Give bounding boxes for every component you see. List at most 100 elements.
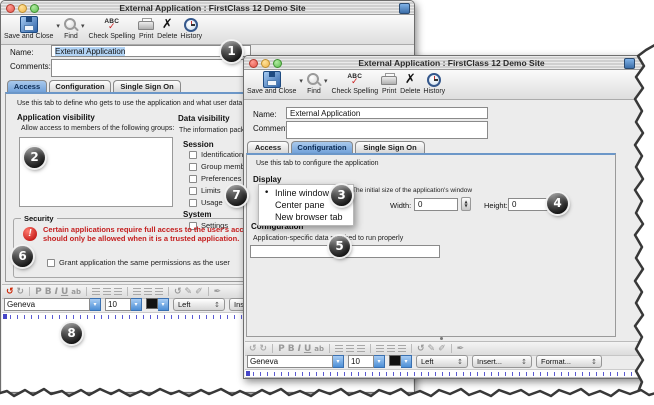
align-center-icon[interactable]	[387, 345, 395, 352]
undo-icon[interactable]: ↺	[249, 344, 257, 354]
indent-icon[interactable]	[103, 288, 111, 295]
color-swatch	[146, 298, 158, 309]
floppy-disk-icon	[263, 71, 281, 88]
highlight-pencil-icon[interactable]: ✐	[438, 344, 446, 354]
signature-pen-icon[interactable]: ✒	[214, 287, 222, 297]
minimize-window-icon[interactable]	[18, 4, 27, 13]
close-window-icon[interactable]	[6, 4, 15, 13]
bold-button[interactable]: B	[45, 287, 52, 297]
undo-icon[interactable]: ↺	[6, 287, 14, 297]
font-family-combo[interactable]: Geneva▾	[247, 355, 344, 368]
checkbox-icon	[189, 151, 197, 159]
save-and-close-button[interactable]: Save and Close	[4, 16, 53, 40]
plain-style-button[interactable]: P	[278, 344, 285, 354]
insert-popup[interactable]: Insert...↕	[472, 355, 532, 368]
outdent-icon[interactable]	[357, 345, 365, 352]
delete-button[interactable]: ✗ Delete	[400, 71, 420, 95]
comments-input[interactable]	[51, 59, 251, 77]
data-visibility-caption: The information packag	[179, 127, 252, 134]
back-toolbar: Save and Close ▾ Find ▾ ABC✓ Check Spell…	[1, 15, 414, 45]
application-visibility-heading: Application visibility	[17, 113, 95, 122]
find-dropdown-caret-icon[interactable]: ▾	[81, 22, 85, 30]
comments-input[interactable]	[286, 121, 488, 139]
callout-8: 8	[61, 323, 82, 344]
bold-button[interactable]: B	[288, 344, 295, 354]
checkbox-group-memberships[interactable]: Group membe	[189, 162, 249, 171]
font-family-combo[interactable]: Geneva▾	[4, 298, 101, 311]
combo-arrow-icon[interactable]: ▾	[90, 298, 101, 311]
plain-style-button[interactable]: P	[35, 287, 42, 297]
history-button[interactable]: History	[423, 71, 445, 95]
ruler-left-marker[interactable]	[3, 314, 7, 319]
highlight-pencil-icon[interactable]: ✐	[195, 287, 203, 297]
width-stepper[interactable]: ▲▼	[461, 197, 471, 211]
combo-arrow-icon[interactable]: ▾	[401, 355, 412, 368]
groups-list-box[interactable]	[19, 137, 173, 207]
pencil-icon[interactable]: ✎	[185, 287, 193, 297]
save-dropdown-caret-icon[interactable]: ▾	[56, 22, 60, 30]
rotate-icon[interactable]: ↺	[174, 287, 182, 297]
name-input[interactable]: External Application	[286, 107, 488, 119]
font-size-combo[interactable]: 10▾	[105, 298, 142, 311]
menu-item-new-browser-tab[interactable]: New browser tab	[259, 211, 353, 223]
align-right-icon[interactable]	[155, 288, 163, 295]
underline-button[interactable]: U	[61, 287, 68, 297]
align-popup[interactable]: Left↕	[416, 355, 468, 368]
align-popup[interactable]: Left↕	[173, 298, 225, 311]
align-center-icon[interactable]	[144, 288, 152, 295]
align-right-icon[interactable]	[398, 345, 406, 352]
width-input[interactable]: 0	[414, 198, 458, 211]
find-dropdown-caret-icon[interactable]: ▾	[324, 77, 328, 85]
print-button[interactable]: Print	[138, 16, 154, 40]
ruler-left-marker[interactable]	[246, 371, 250, 376]
delete-button[interactable]: ✗ Delete	[157, 16, 177, 40]
print-button[interactable]: Print	[381, 71, 397, 95]
popup-arrows-icon: ↕	[591, 358, 597, 366]
list-style-icon[interactable]	[92, 288, 100, 295]
find-button[interactable]: Find	[64, 16, 78, 40]
ruler[interactable]	[245, 369, 648, 378]
save-and-close-button[interactable]: Save and Close	[247, 71, 296, 95]
redo-icon[interactable]: ↻	[17, 287, 25, 297]
combo-arrow-icon[interactable]: ▾	[374, 355, 385, 368]
outdent-icon[interactable]	[114, 288, 122, 295]
italic-button[interactable]: I	[55, 287, 58, 297]
redo-icon[interactable]: ↻	[260, 344, 268, 354]
check-spelling-button[interactable]: ABC✓ Check Spelling	[88, 16, 135, 40]
close-window-icon[interactable]	[249, 59, 258, 68]
font-color-combo[interactable]: ▾	[146, 298, 169, 311]
align-left-icon[interactable]	[376, 345, 384, 352]
indent-icon[interactable]	[346, 345, 354, 352]
minimize-window-icon[interactable]	[261, 59, 270, 68]
combo-arrow-icon[interactable]: ▾	[158, 298, 169, 311]
grant-permissions-checkbox[interactable]: Grant application the same permissions a…	[47, 258, 230, 267]
save-dropdown-caret-icon[interactable]: ▾	[299, 77, 303, 85]
list-style-icon[interactable]	[335, 345, 343, 352]
history-button[interactable]: History	[180, 16, 202, 40]
checkbox-preferences[interactable]: Preferences	[189, 174, 241, 183]
back-titlebar[interactable]: External Application : FirstClass 12 Dem…	[1, 1, 414, 15]
panel-resize-dot[interactable]	[440, 337, 443, 340]
selected-text: External Application	[55, 47, 125, 56]
italic-button[interactable]: I	[298, 344, 301, 354]
text-size-button[interactable]: ab	[71, 287, 81, 297]
text-size-button[interactable]: ab	[314, 344, 324, 354]
checkbox-limits[interactable]: Limits	[189, 186, 221, 195]
divider	[127, 287, 128, 296]
combo-arrow-icon[interactable]: ▾	[333, 355, 344, 368]
checkbox-usage[interactable]: Usage	[189, 198, 223, 207]
font-size-combo[interactable]: 10▾	[348, 355, 385, 368]
combo-arrow-icon[interactable]: ▾	[131, 298, 142, 311]
underline-button[interactable]: U	[304, 344, 311, 354]
pencil-icon[interactable]: ✎	[428, 344, 436, 354]
checkbox-identification[interactable]: Identification	[189, 150, 243, 159]
height-input[interactable]: 0	[508, 198, 552, 211]
format-popup[interactable]: Format...↕	[536, 355, 602, 368]
check-spelling-button[interactable]: ABC✓ Check Spelling	[331, 71, 378, 95]
find-button[interactable]: Find	[307, 71, 321, 95]
signature-pen-icon[interactable]: ✒	[457, 344, 465, 354]
front-titlebar[interactable]: External Application : FirstClass 12 Dem…	[244, 56, 649, 70]
align-left-icon[interactable]	[133, 288, 141, 295]
rotate-icon[interactable]: ↺	[417, 344, 425, 354]
font-color-combo[interactable]: ▾	[389, 355, 412, 368]
